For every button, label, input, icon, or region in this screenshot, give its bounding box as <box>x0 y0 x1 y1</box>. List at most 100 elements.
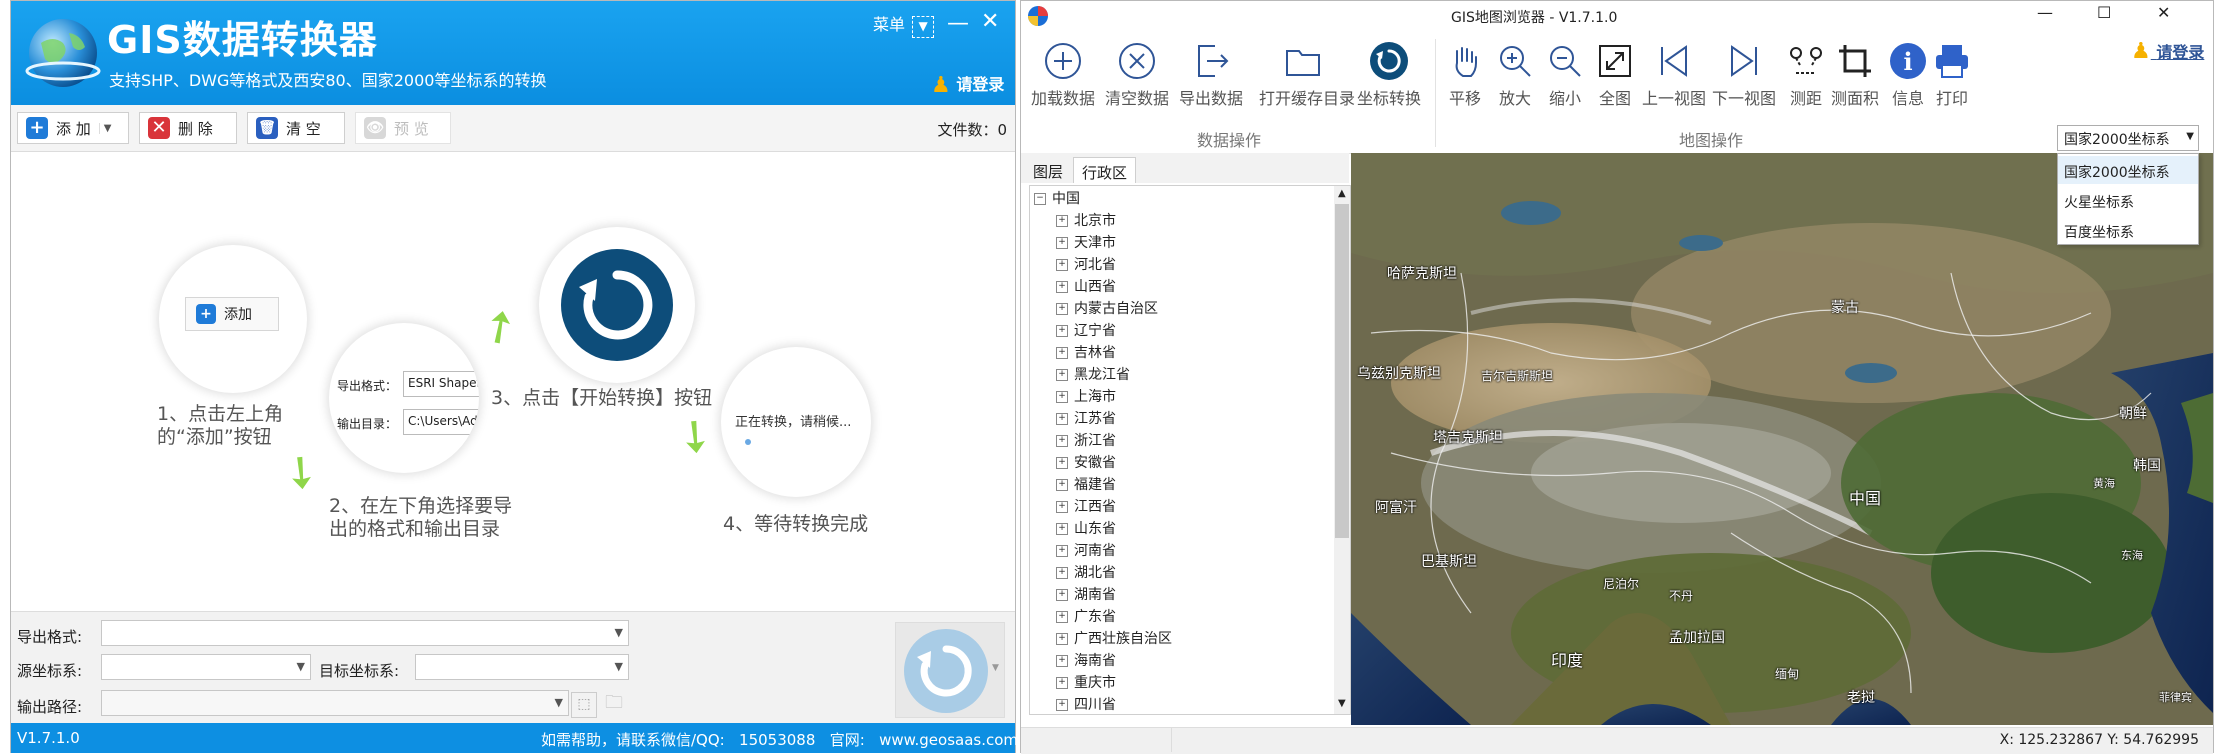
tree-root-label: 中国 <box>1052 191 1080 207</box>
tree-item[interactable]: + 天津市 <box>1056 232 1116 254</box>
expand-icon[interactable]: + <box>1056 215 1068 227</box>
minimize-icon[interactable]: — <box>2037 3 2053 22</box>
next-view-button[interactable]: 下一视图 <box>1711 41 1777 109</box>
tree-item[interactable]: + 湖南省 <box>1056 584 1116 606</box>
login-link[interactable]: ♟ 请登录 <box>931 71 1004 98</box>
open-cache-dir-button[interactable]: 打开缓存目录 <box>1259 41 1355 109</box>
tree-item[interactable]: + 上海市 <box>1056 386 1116 408</box>
chevron-down-icon[interactable]: ▼ <box>992 663 999 673</box>
expand-icon[interactable]: + <box>1056 369 1068 381</box>
tree-root[interactable]: − 中国 <box>1034 188 1080 210</box>
clear-button[interactable]: 🗑 清 空 <box>247 112 345 144</box>
clear-data-button[interactable]: 清空数据 <box>1103 41 1171 109</box>
tree-item[interactable]: + 江西省 <box>1056 496 1116 518</box>
collapse-icon[interactable]: − <box>1034 193 1046 205</box>
expand-icon[interactable]: + <box>1056 699 1068 711</box>
target-crs-select[interactable]: ▼ <box>415 654 629 680</box>
scroll-down-icon[interactable]: ▼ <box>1338 698 1346 709</box>
delete-button[interactable]: ✕ 删 除 <box>139 112 237 144</box>
tab-layers[interactable]: 图层 <box>1025 157 1071 183</box>
output-path-input[interactable]: ▼ <box>101 690 569 716</box>
login-link[interactable]: ♟ 请登录 <box>2131 39 2204 64</box>
folder-icon[interactable]: 🗀 <box>601 692 627 716</box>
expand-icon[interactable]: + <box>1056 633 1068 645</box>
tree-item[interactable]: + 重庆市 <box>1056 672 1116 694</box>
tree-item[interactable]: + 吉林省 <box>1056 342 1116 364</box>
tree-item[interactable]: + 黑龙江省 <box>1056 364 1130 386</box>
expand-icon[interactable]: + <box>1056 457 1068 469</box>
expand-icon[interactable]: + <box>1056 413 1068 425</box>
site-link[interactable]: www.geosaas.com <box>879 731 1018 749</box>
tree-item[interactable]: + 山东省 <box>1056 518 1116 540</box>
full-extent-button[interactable]: 全图 <box>1587 41 1643 109</box>
tree-item[interactable]: + 内蒙古自治区 <box>1056 298 1158 320</box>
expand-icon[interactable]: + <box>1056 523 1068 535</box>
expand-icon[interactable]: + <box>1056 655 1068 667</box>
coord-convert-button[interactable]: 坐标转换 <box>1355 41 1423 109</box>
close-icon[interactable]: ✕ <box>2157 3 2170 22</box>
source-crs-select[interactable]: ▼ <box>101 654 311 680</box>
map-label-tajikistan: 塔吉克斯坦 <box>1433 430 1503 446</box>
expand-icon[interactable]: + <box>1056 303 1068 315</box>
expand-icon[interactable]: + <box>1056 391 1068 403</box>
previous-view-button[interactable]: 上一视图 <box>1641 41 1707 109</box>
expand-icon[interactable]: + <box>1056 347 1068 359</box>
zoom-out-button[interactable]: 缩小 <box>1537 41 1593 109</box>
tree-scrollbar[interactable]: ▲ ▼ <box>1334 186 1350 714</box>
zoom-in-button[interactable]: 放大 <box>1487 41 1543 109</box>
tree-item[interactable]: + 广东省 <box>1056 606 1116 628</box>
crs-option[interactable]: 国家2000坐标系 <box>2058 156 2198 184</box>
tab-regions[interactable]: 行政区 <box>1073 157 1137 183</box>
measure-area-button[interactable]: 测面积 <box>1825 41 1885 109</box>
expand-icon[interactable]: + <box>1056 479 1068 491</box>
export-data-button[interactable]: 导出数据 <box>1177 41 1245 109</box>
tree-item[interactable]: + 广西壮族自治区 <box>1056 628 1172 650</box>
tree-item[interactable]: + 湖北省 <box>1056 562 1116 584</box>
scroll-up-icon[interactable]: ▲ <box>1338 188 1346 199</box>
expand-icon[interactable]: + <box>1056 567 1068 579</box>
tree-item[interactable]: + 河南省 <box>1056 540 1116 562</box>
info-button[interactable]: i 信息 <box>1883 41 1933 109</box>
expand-icon[interactable]: + <box>1056 501 1068 513</box>
preview-button[interactable]: 👁 预 览 <box>355 112 451 144</box>
add-button[interactable]: + 添 加 ▼ <box>17 112 129 144</box>
pan-button[interactable]: 平移 <box>1437 41 1493 109</box>
tree-item[interactable]: + 四川省 <box>1056 694 1116 714</box>
select-cursor-icon[interactable]: ⬚ <box>571 692 597 718</box>
start-convert-button[interactable]: ▼ <box>895 622 1005 718</box>
minimize-icon[interactable]: — <box>947 13 969 35</box>
print-button[interactable]: 打印 <box>1927 41 1977 109</box>
tree-item[interactable]: + 北京市 <box>1056 210 1116 232</box>
load-data-button[interactable]: 加载数据 <box>1029 41 1097 109</box>
expand-icon[interactable]: + <box>1056 259 1068 271</box>
expand-icon[interactable]: + <box>1056 325 1068 337</box>
expand-icon[interactable]: + <box>1056 611 1068 623</box>
tree-item[interactable]: + 海南省 <box>1056 650 1116 672</box>
tree-item[interactable]: + 辽宁省 <box>1056 320 1116 342</box>
arrow-icon: ➚ <box>469 295 530 358</box>
maximize-icon[interactable]: ☐ <box>2097 3 2111 22</box>
expand-icon[interactable]: + <box>1056 677 1068 689</box>
tree-item[interactable]: + 江苏省 <box>1056 408 1116 430</box>
expand-icon[interactable]: + <box>1056 545 1068 557</box>
tree-item[interactable]: + 浙江省 <box>1056 430 1116 452</box>
expand-icon[interactable]: + <box>1056 281 1068 293</box>
tree-item[interactable]: + 河北省 <box>1056 254 1116 276</box>
close-icon[interactable]: ✕ <box>981 11 999 33</box>
tree-item[interactable]: + 山西省 <box>1056 276 1116 298</box>
scroll-thumb[interactable] <box>1335 204 1349 538</box>
measure-distance-button[interactable]: 测距 <box>1781 41 1831 109</box>
menu-button[interactable]: 菜单 ▼ <box>873 11 935 38</box>
add-dropdown-icon[interactable]: ▼ <box>98 122 111 134</box>
crs-select[interactable]: 国家2000坐标系 ▼ <box>2057 125 2199 151</box>
menu-dropdown-icon[interactable]: ▼ <box>912 16 935 38</box>
expand-icon[interactable]: + <box>1056 589 1068 601</box>
user-icon: ♟ <box>2131 39 2151 64</box>
expand-icon[interactable]: + <box>1056 435 1068 447</box>
crs-option[interactable]: 火星坐标系 <box>2058 186 2198 214</box>
tree-item[interactable]: + 安徽省 <box>1056 452 1116 474</box>
export-format-select[interactable]: ▼ <box>101 620 629 646</box>
expand-icon[interactable]: + <box>1056 237 1068 249</box>
tree-item[interactable]: + 福建省 <box>1056 474 1116 496</box>
crs-option[interactable]: 百度坐标系 <box>2058 216 2198 244</box>
